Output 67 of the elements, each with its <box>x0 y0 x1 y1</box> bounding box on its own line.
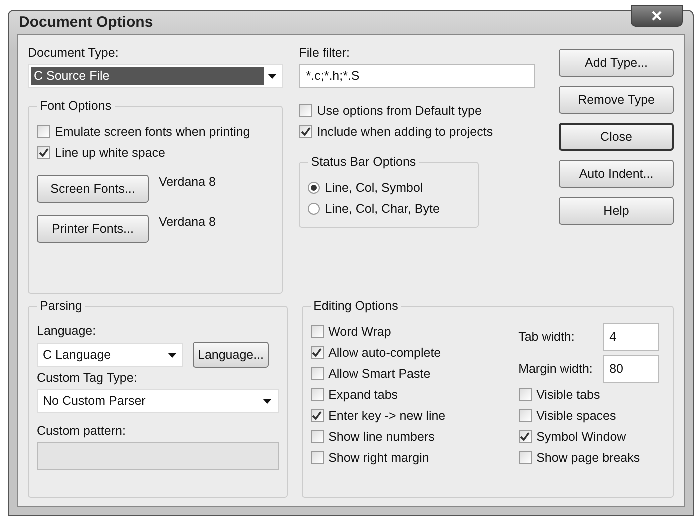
checkbox-label: Allow auto-complete <box>328 346 442 360</box>
checkbox-label: Visible spaces <box>536 408 616 422</box>
checkbox[interactable] <box>37 125 50 138</box>
dropdown-arrow-icon[interactable] <box>168 352 176 358</box>
radio-button[interactable] <box>308 182 320 194</box>
checkbox[interactable] <box>310 367 324 380</box>
document-type-dropdown[interactable]: C Source File <box>28 64 284 88</box>
checkbox[interactable] <box>518 409 532 422</box>
checkbox[interactable] <box>299 104 312 117</box>
field-label: Tab width: <box>518 330 576 344</box>
number-field[interactable]: 4 <box>602 323 659 351</box>
checkbox[interactable] <box>310 325 324 338</box>
language-button[interactable]: Language... <box>193 342 270 368</box>
window-title: Document Options <box>19 14 154 31</box>
checkbox[interactable] <box>310 451 324 464</box>
group-title: Status Bar Options <box>308 155 420 169</box>
dialog-button[interactable]: Add Type... <box>559 49 674 77</box>
dialog-button[interactable]: Close <box>559 123 674 151</box>
field-label: Language: <box>37 323 98 340</box>
dialog-button[interactable]: Help <box>559 197 674 225</box>
field-label: Custom pattern: <box>37 423 127 440</box>
checkbox[interactable] <box>299 125 312 138</box>
checkbox-label: Expand tabs <box>328 388 398 402</box>
font-name: Verdana 8 <box>159 175 216 189</box>
checkbox-label: Show page breaks <box>536 450 640 464</box>
dialog-button[interactable]: Remove Type <box>559 86 674 114</box>
dialog-button[interactable]: Auto Indent... <box>559 160 674 188</box>
field-label: Document Type: <box>28 45 120 62</box>
custom-tag-dropdown[interactable]: No Custom Parser <box>37 389 279 413</box>
checkbox-label: Show line numbers <box>328 430 435 444</box>
file-filter-field[interactable]: *.c;*.h;*.S <box>299 64 536 88</box>
close-button[interactable] <box>631 4 683 26</box>
checkbox-label: Include when adding to projects <box>317 124 494 138</box>
checkbox[interactable] <box>310 409 324 422</box>
checkbox-label: Show right margin <box>328 450 430 464</box>
dropdown-arrow-icon[interactable] <box>268 74 277 78</box>
radio-label: Line, Col, Symbol <box>325 180 424 194</box>
checkbox[interactable] <box>310 346 324 359</box>
group-title: Editing Options <box>310 299 402 313</box>
checkbox-label: Visible tabs <box>536 388 600 402</box>
font-name: Verdana 8 <box>159 215 216 229</box>
font-button[interactable]: Screen Fonts... <box>37 175 149 203</box>
number-field[interactable]: 80 <box>602 355 659 383</box>
checkbox-label: Symbol Window <box>536 430 626 444</box>
checkbox-label: Line up white space <box>55 146 166 160</box>
group-title: Parsing <box>37 299 86 313</box>
checkbox-label: Use options from Default type <box>317 104 482 118</box>
dropdown-arrow-icon[interactable] <box>263 398 272 404</box>
group-title: Font Options <box>37 99 115 113</box>
radio-button[interactable] <box>308 202 320 214</box>
checkbox[interactable] <box>310 430 324 443</box>
field-label: Custom Tag Type: <box>37 370 138 387</box>
font-button[interactable]: Printer Fonts... <box>37 215 149 243</box>
checkbox-label: Allow Smart Paste <box>328 366 431 380</box>
checkbox-label: Word Wrap <box>328 324 392 338</box>
language-dropdown[interactable]: C Language <box>37 343 183 367</box>
checkbox[interactable] <box>310 388 324 401</box>
close-icon <box>652 10 662 20</box>
checkbox[interactable] <box>518 451 532 464</box>
checkbox[interactable] <box>518 388 532 401</box>
radio-label: Line, Col, Char, Byte <box>325 202 440 216</box>
field-label: Margin width: <box>518 362 594 376</box>
checkbox[interactable] <box>518 430 532 443</box>
checkbox[interactable] <box>37 146 50 159</box>
checkbox-label: Enter key -> new line <box>328 408 446 422</box>
checkbox-label: Emulate screen fonts when printing <box>55 124 250 138</box>
field-label: File filter: <box>299 45 351 62</box>
